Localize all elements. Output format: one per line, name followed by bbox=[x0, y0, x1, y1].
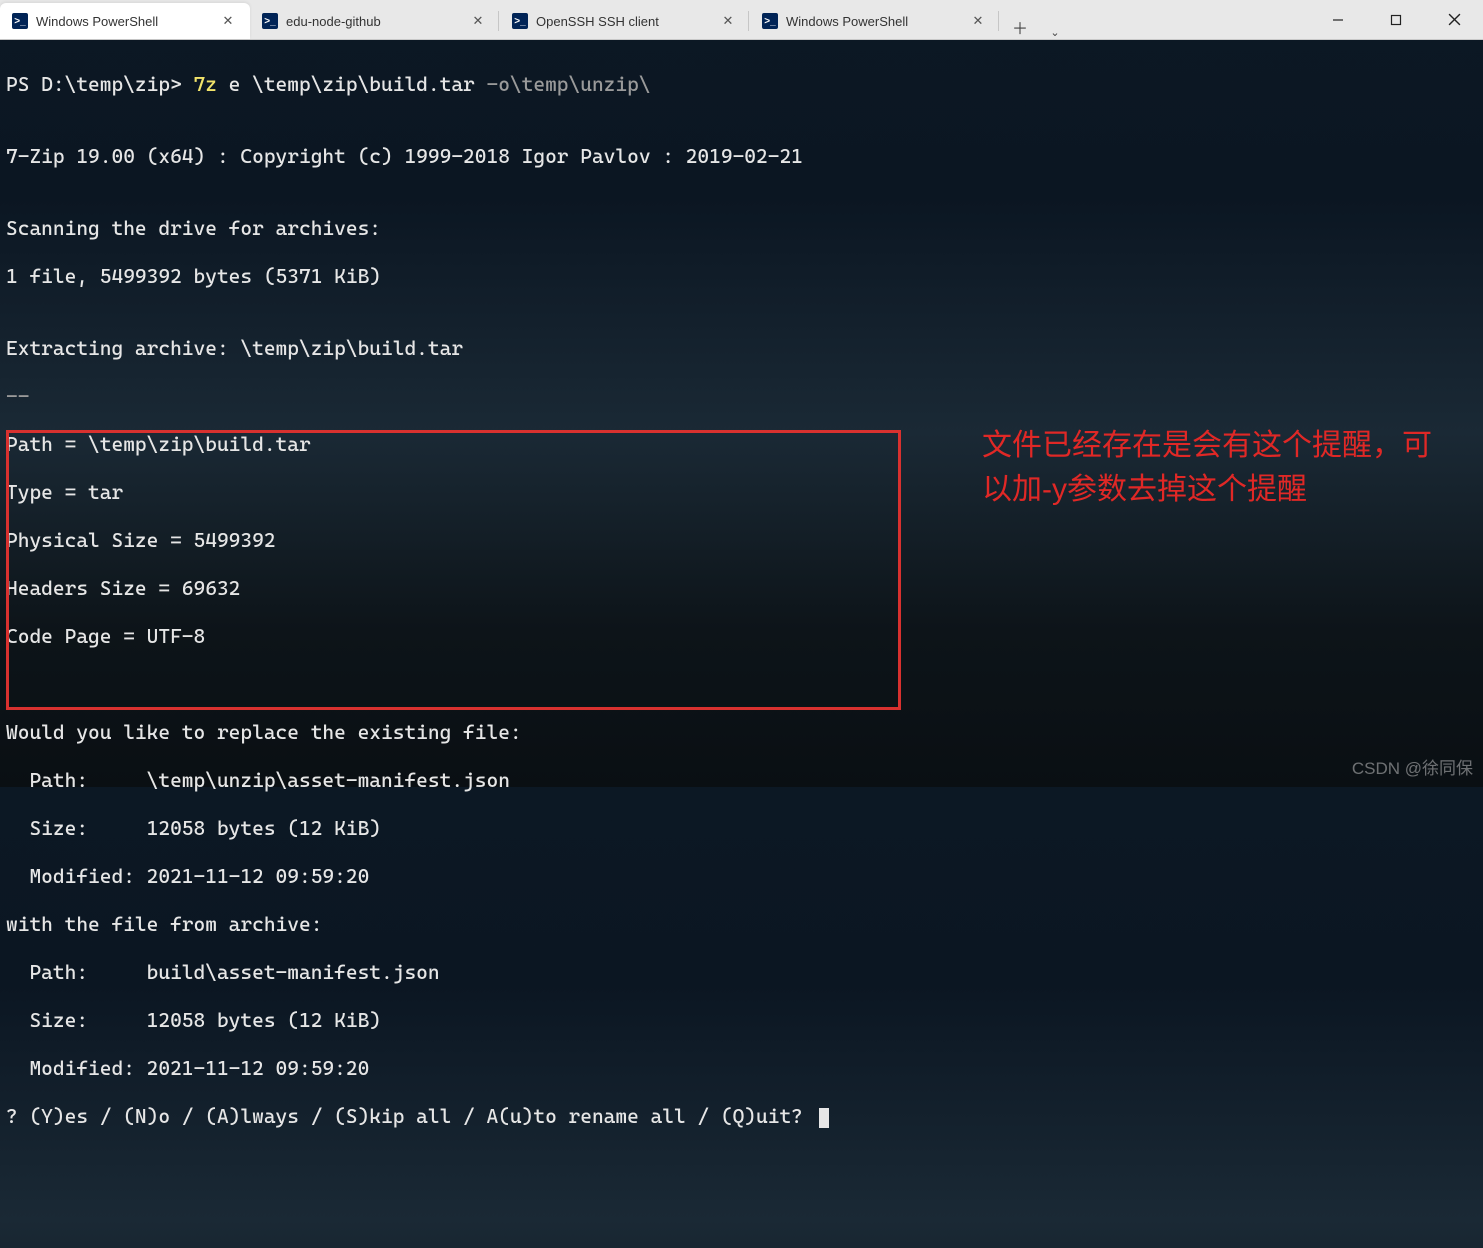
close-icon[interactable]: ✕ bbox=[219, 12, 237, 30]
powershell-icon: >_ bbox=[762, 13, 778, 29]
tab-label: Windows PowerShell bbox=[786, 14, 961, 29]
close-icon[interactable]: ✕ bbox=[969, 12, 987, 30]
command-flags: -o\temp\unzip\ bbox=[475, 72, 651, 96]
powershell-icon: >_ bbox=[512, 13, 528, 29]
output-line: 7-Zip 19.00 (x64) : Copyright (c) 1999-2… bbox=[6, 144, 1477, 168]
tab-label: OpenSSH SSH client bbox=[536, 14, 711, 29]
output-line: Would you like to replace the existing f… bbox=[6, 720, 1477, 744]
minimize-button[interactable] bbox=[1309, 0, 1367, 39]
prompt-line: PS D:\temp\zip> 7z e \temp\zip\build.tar… bbox=[6, 72, 1477, 96]
command-args: e \temp\zip\build.tar bbox=[217, 72, 475, 96]
tab-powershell-1[interactable]: >_ Windows PowerShell ✕ bbox=[0, 3, 250, 39]
output-line: 1 file, 5499392 bytes (5371 KiB) bbox=[6, 264, 1477, 288]
terminal[interactable]: PS D:\temp\zip> 7z e \temp\zip\build.tar… bbox=[0, 40, 1483, 787]
command-name: 7z bbox=[194, 72, 217, 96]
output-line: Physical Size = 5499392 bbox=[6, 528, 1477, 552]
output-line: -- bbox=[6, 384, 1477, 408]
window-controls bbox=[1309, 0, 1483, 39]
output-line: Modified: 2021-11-12 09:59:20 bbox=[6, 864, 1477, 888]
output-line: Size: 12058 bytes (12 KiB) bbox=[6, 816, 1477, 840]
maximize-button[interactable] bbox=[1367, 0, 1425, 39]
output-line: Scanning the drive for archives: bbox=[6, 216, 1477, 240]
prompt-prefix: PS D:\temp\zip> bbox=[6, 72, 194, 96]
choice-text: ? (Y)es / (N)o / (A)lways / (S)kip all /… bbox=[6, 1104, 815, 1128]
title-bar: >_ Windows PowerShell ✕ >_ edu-node-gith… bbox=[0, 0, 1483, 40]
watermark: CSDN @徐同保 bbox=[1352, 757, 1473, 781]
new-tab-button[interactable]: ＋ bbox=[1000, 15, 1040, 39]
output-line: Path: build\asset-manifest.json bbox=[6, 960, 1477, 984]
tab-label: Windows PowerShell bbox=[36, 14, 211, 29]
output-line: Extracting archive: \temp\zip\build.tar bbox=[6, 336, 1477, 360]
annotation-highlight-box bbox=[6, 430, 901, 710]
tab-openssh[interactable]: >_ OpenSSH SSH client ✕ bbox=[500, 3, 750, 39]
tab-edu-node-github[interactable]: >_ edu-node-github ✕ bbox=[250, 3, 500, 39]
close-icon[interactable]: ✕ bbox=[719, 12, 737, 30]
output-line: Size: 12058 bytes (12 KiB) bbox=[6, 1008, 1477, 1032]
output-line: Modified: 2021-11-12 09:59:20 bbox=[6, 1056, 1477, 1080]
close-icon[interactable]: ✕ bbox=[469, 12, 487, 30]
output-line: Headers Size = 69632 bbox=[6, 576, 1477, 600]
annotation-text: 文件已经存在是会有这个提醒，可以加-y参数去掉这个提醒 bbox=[982, 424, 1452, 512]
cursor bbox=[819, 1108, 829, 1128]
tab-label: edu-node-github bbox=[286, 14, 461, 29]
powershell-icon: >_ bbox=[12, 13, 28, 29]
tabs: >_ Windows PowerShell ✕ >_ edu-node-gith… bbox=[0, 0, 1309, 39]
output-line: with the file from archive: bbox=[6, 912, 1477, 936]
tab-dropdown-button[interactable]: ⌄ bbox=[1040, 26, 1070, 39]
prompt-choice: ? (Y)es / (N)o / (A)lways / (S)kip all /… bbox=[6, 1104, 1477, 1128]
close-button[interactable] bbox=[1425, 0, 1483, 39]
powershell-icon: >_ bbox=[262, 13, 278, 29]
tab-powershell-2[interactable]: >_ Windows PowerShell ✕ bbox=[750, 3, 1000, 39]
output-line: Path: \temp\unzip\asset-manifest.json bbox=[6, 768, 1477, 792]
output-line: Code Page = UTF-8 bbox=[6, 624, 1477, 648]
